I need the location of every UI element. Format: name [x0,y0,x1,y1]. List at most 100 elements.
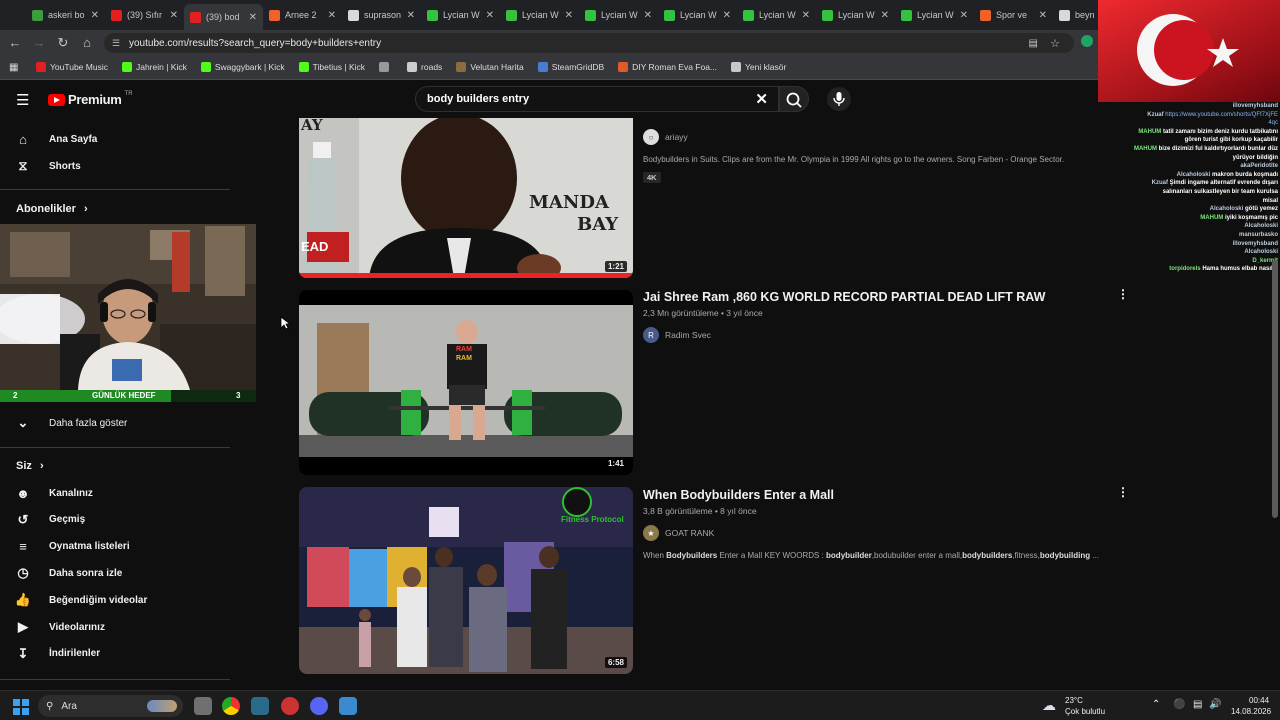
extension-icon[interactable] [1081,35,1093,47]
browser-tab[interactable]: Lycian W ✕ [895,2,974,28]
video-title[interactable]: Jai Shree Ram ,860 KG WORLD RECORD PARTI… [643,290,1045,304]
chat-text: salınanları suikastleyen bir team kuruls… [1162,188,1278,195]
bookmark-item[interactable]: YouTube Music [36,62,108,72]
bookmark-item[interactable]: Jahrein | Kick [121,62,187,72]
close-tab-icon[interactable]: ✕ [960,10,968,21]
close-tab-icon[interactable]: ✕ [486,10,494,21]
chat-text: yürüyor bildiğin [1232,154,1278,161]
sidebar-item-you[interactable]: ☻ Kanalınız [15,485,93,501]
clock-time[interactable]: 00:44 [1249,696,1269,705]
app-icon[interactable] [251,697,269,715]
browser-tab[interactable]: suprason ✕ [342,2,421,28]
video-thumbnail[interactable]: Fitness Protocol 6:58 [299,487,633,674]
close-tab-icon[interactable]: ✕ [565,10,573,21]
network-icon[interactable]: ▤ [1193,699,1202,710]
history-icon: ↺ [17,511,29,527]
search-button[interactable] [779,86,809,112]
browser-tab[interactable]: Lycian W ✕ [579,2,658,28]
show-more-button[interactable]: ⌄ Daha fazla göster [15,415,128,431]
close-tab-icon[interactable]: ✕ [91,10,99,21]
menu-icon[interactable]: ☰ [16,91,29,109]
address-toolbar: ← → ↻ ⌂ ☰ youtube.com/results?search_que… [0,30,1280,55]
chevron-right-icon: › [83,203,88,215]
browser-tab[interactable]: Lycian W ✕ [421,2,500,28]
desc-highlight: bodybuilders [962,551,1013,560]
close-tab-icon[interactable]: ✕ [644,10,652,21]
close-tab-icon[interactable]: ✕ [723,10,731,21]
you-heading[interactable]: Siz › [16,460,44,472]
close-tab-icon[interactable]: ✕ [170,10,178,21]
browser-tab[interactable]: Lycian W ✕ [737,2,816,28]
bookmark-star-icon[interactable]: ☆ [1050,37,1060,50]
thumbnail-text: EAD [301,239,329,254]
taskbar-search[interactable]: ⚲ Ara [38,695,183,717]
browser-tab[interactable]: Lycian W ✕ [816,2,895,28]
browser-tab[interactable]: Arnee 2 ✕ [263,2,342,28]
browser-tab[interactable]: askeri bo ✕ [26,2,105,28]
more-options-icon[interactable]: ⋮ [1117,485,1129,499]
bookmark-item[interactable]: Tibetius | Kick [298,62,365,72]
browser-tab[interactable]: Lycian W ✕ [500,2,579,28]
volume-icon[interactable]: 🔊 [1209,699,1221,710]
sidebar-item-you[interactable]: ▶ Videolarınız [15,619,105,635]
search-input[interactable]: body builders entry ✕ [415,86,779,112]
sidebar-item-you[interactable]: ◷ Daha sonra izle [15,565,122,581]
close-tab-icon[interactable]: ✕ [1039,10,1047,21]
tray-overflow-icon[interactable]: ⌃ [1152,699,1160,710]
sidebar-item-you[interactable]: ↧ İndirilenler [15,646,101,662]
clear-search-icon[interactable]: ✕ [755,90,768,108]
windows-start-icon[interactable] [13,699,29,715]
bookmark-item[interactable]: Velutan Harita [456,62,524,72]
browser-tab[interactable]: Spor ve ✕ [974,2,1053,28]
close-tab-icon[interactable]: ✕ [802,10,810,21]
video-thumbnail[interactable]: AY MANDA BAY EAD 1:21 [299,118,633,278]
close-tab-icon[interactable]: ✕ [328,10,336,21]
browser-tab[interactable]: (39) bod ✕ [184,4,263,30]
install-app-icon[interactable]: ▤ [1029,38,1038,49]
url-bar[interactable]: ☰ youtube.com/results?search_query=body+… [104,33,1074,53]
voice-search-button[interactable] [827,87,851,111]
app-icon[interactable] [281,697,299,715]
home-icon[interactable]: ⌂ [75,35,99,50]
bookmark-item[interactable]: roads [407,62,442,72]
back-icon[interactable]: ← [3,35,27,50]
subscriptions-heading-label: Abonelikler [16,203,76,215]
subscriptions-heading[interactable]: Abonelikler › [16,203,88,215]
browser-tab[interactable]: Lycian W ✕ [658,2,737,28]
desc-highlight: bodybuilder [826,551,872,560]
tab-favicon-icon [743,9,754,21]
video-channel[interactable]: ★ GOAT RANK [643,525,714,541]
close-tab-icon[interactable]: ✕ [249,12,257,23]
sidebar-item-you[interactable]: ↺ Geçmiş [15,511,86,528]
page-scrollbar[interactable] [1272,260,1278,518]
bookmark-item[interactable] [379,62,393,72]
sidebar-item-home[interactable]: ⌂ Ana Sayfa [15,131,97,147]
reload-icon[interactable]: ↻ [51,35,75,51]
forward-icon[interactable]: → [27,35,51,50]
microphone-icon[interactable]: ⚫ [1173,699,1185,710]
browser-tab[interactable]: (39) Sıfır ✕ [105,2,184,28]
bookmark-item[interactable]: SteamGridDB [537,62,604,72]
bookmark-item[interactable]: Yeni klasör [731,62,786,72]
bookmark-item[interactable]: DIY Roman Eva Foa... [618,62,717,72]
sidebar-item-shorts[interactable]: ⧖ Shorts [15,158,80,174]
close-tab-icon[interactable]: ✕ [407,10,415,21]
sidebar-item-you[interactable]: 👍 Beğendiğim videolar [15,592,147,608]
video-channel[interactable]: ○ ariayy [643,129,688,145]
file-explorer-icon[interactable] [194,697,212,715]
site-info-icon[interactable]: ☰ [112,38,120,49]
app-icon[interactable] [339,697,357,715]
search-icon [786,92,802,108]
video-title[interactable]: When Bodybuilders Enter a Mall [643,488,834,502]
video-thumbnail[interactable]: RAM RAM 1:41 [299,290,633,475]
sidebar-item-you[interactable]: ≡ Oynatma listeleri [15,539,129,555]
close-tab-icon[interactable]: ✕ [881,10,889,21]
chrome-icon[interactable] [222,697,240,715]
discord-icon[interactable] [310,697,328,715]
weather-icon[interactable]: ☁ [1042,697,1056,714]
youtube-logo[interactable]: Premium TR [48,91,133,107]
video-channel[interactable]: R Radim Svec [643,327,711,343]
clock-date[interactable]: 14.08.2026 [1231,707,1271,716]
bookmark-item[interactable]: Swaggybark | Kick [200,62,285,72]
apps-grid-icon[interactable]: ▦ [9,62,18,73]
